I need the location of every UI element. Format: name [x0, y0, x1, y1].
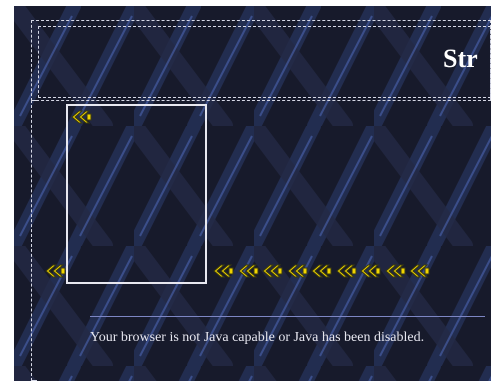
- content-frame-left: [31, 100, 37, 381]
- java-disabled-message: Your browser is not Java capable or Java…: [90, 330, 425, 345]
- double-left-chevron-icon: [212, 264, 234, 278]
- double-left-chevron-icon: [261, 264, 283, 278]
- double-left-chevron-icon: [384, 264, 406, 278]
- double-left-chevron-icon: [335, 264, 357, 278]
- double-left-chevron-icon: [44, 264, 66, 278]
- divider: [90, 316, 485, 317]
- double-left-chevron-icon: [70, 110, 92, 124]
- header-frame-inner: [38, 26, 491, 98]
- double-left-chevron-icon: [310, 264, 332, 278]
- double-left-chevron-icon: [359, 264, 381, 278]
- double-left-chevron-icon: [408, 264, 430, 278]
- applet-frame: [66, 104, 207, 284]
- browser-viewport: Str Your browser is not Java capable or …: [0, 0, 491, 381]
- double-left-chevron-icon: [286, 264, 308, 278]
- page-title: Str: [443, 44, 478, 73]
- double-left-chevron-icon: [237, 264, 259, 278]
